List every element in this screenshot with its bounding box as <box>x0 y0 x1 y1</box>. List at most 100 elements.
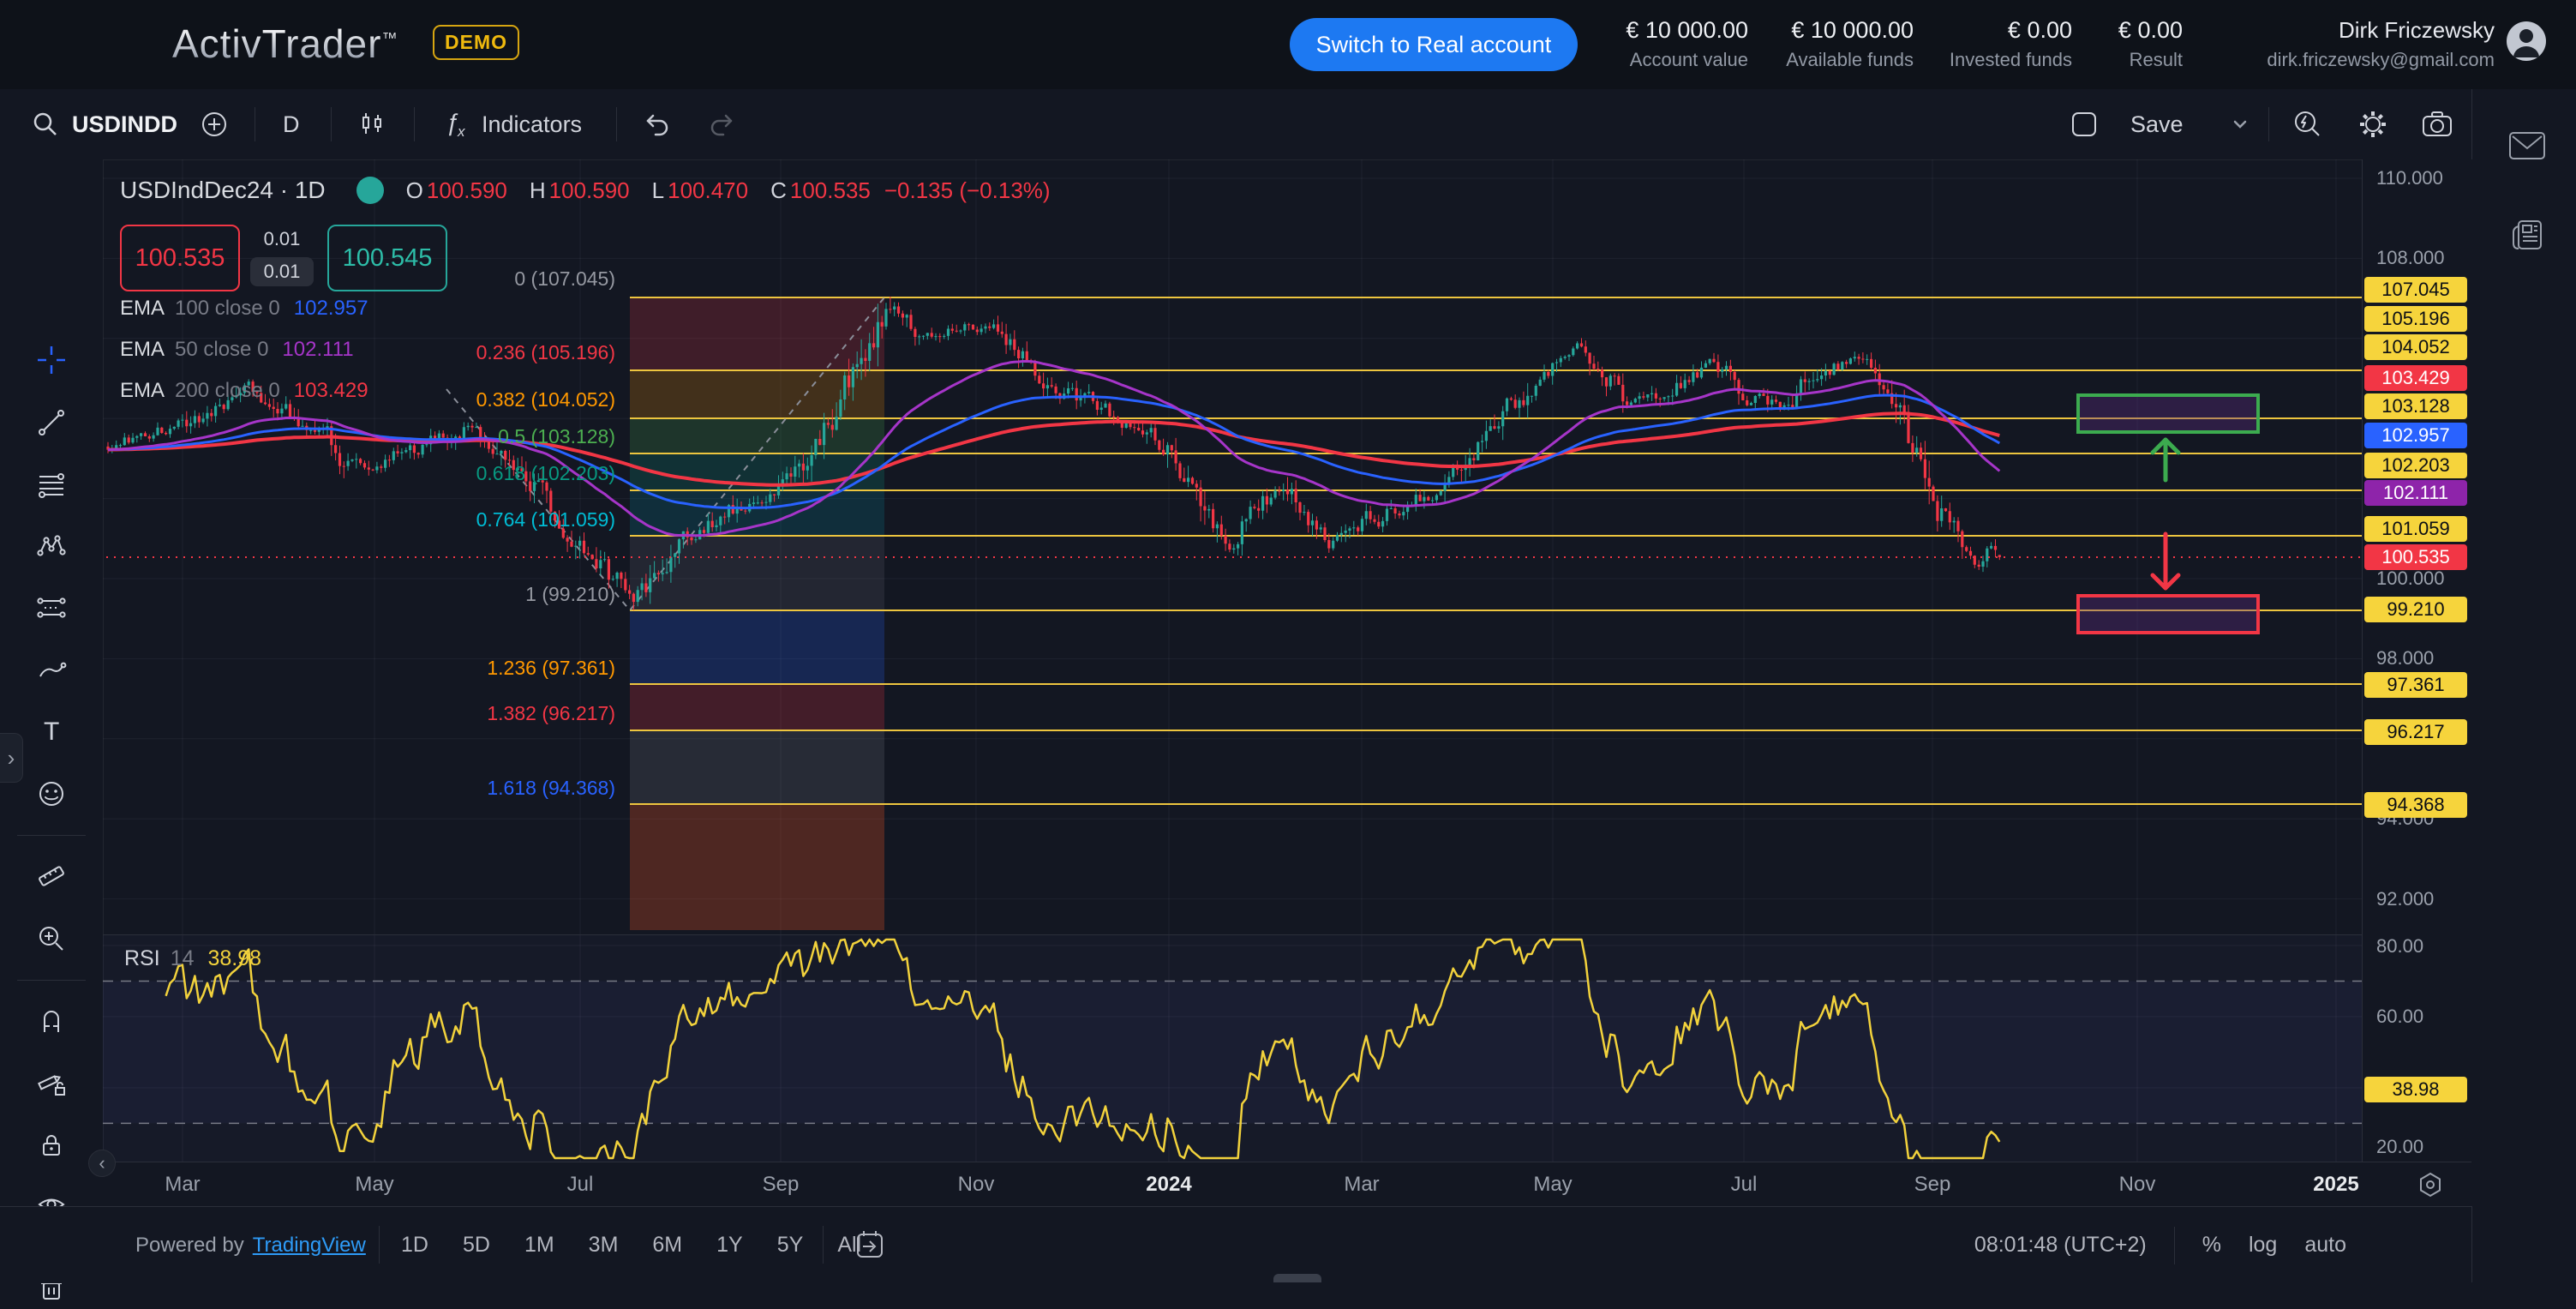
settings-button[interactable] <box>2357 89 2389 159</box>
save-button[interactable]: Save <box>2130 89 2184 159</box>
mail-button[interactable] <box>2508 130 2546 165</box>
save-menu-button[interactable] <box>2228 89 2252 159</box>
undo-button[interactable] <box>641 89 672 159</box>
sell-button[interactable]: 100.535 <box>120 225 240 291</box>
tool-zoom-in[interactable] <box>36 923 67 954</box>
sidebar-collapse-button[interactable]: ‹ <box>88 1150 116 1177</box>
powered-by: Powered by TradingView <box>135 1207 366 1283</box>
price-badge: 96.217 <box>2364 719 2467 745</box>
news-button[interactable] <box>2508 216 2546 258</box>
avatar[interactable] <box>2507 21 2546 61</box>
tool-measure[interactable] <box>36 861 67 892</box>
time-axis[interactable]: MarMayJulSepNov2024MarMayJulSepNov2025 <box>103 1162 2471 1207</box>
interval-button[interactable]: D <box>283 89 300 159</box>
price-badge: 105.196 <box>2364 306 2467 332</box>
stat-label: Result <box>2118 49 2183 71</box>
candlestick-icon <box>357 110 386 139</box>
redo-button[interactable] <box>707 89 738 159</box>
stat-value: € 10 000.00 <box>1786 17 1914 44</box>
timezone-clock-icon[interactable] <box>2417 1171 2444 1198</box>
symbol-search[interactable]: USDINDD <box>31 89 177 159</box>
price-badge: 104.052 <box>2364 334 2467 360</box>
tool-text[interactable]: T <box>36 716 67 747</box>
demand-zone-box[interactable] <box>2078 596 2258 633</box>
tool-lock-all[interactable] <box>36 1130 67 1161</box>
bottom-drawer-handle[interactable] <box>1273 1274 1321 1282</box>
watchlist-expand-handle[interactable]: › <box>0 733 23 783</box>
range-button-5y[interactable]: 5Y <box>777 1233 804 1258</box>
rsi-band-fill <box>103 981 2362 1123</box>
chart-legend: USDIndDec24 · 1D O100.590 H100.590 L100.… <box>120 177 1051 204</box>
ema-50-line[interactable] <box>108 362 1999 536</box>
price-badge: 100.535 <box>2364 544 2467 570</box>
symbol-field[interactable]: USDINDD <box>72 111 177 138</box>
time-label: Sep <box>763 1173 800 1197</box>
footer-separator <box>2174 1227 2175 1264</box>
auto-scale-button[interactable]: auto <box>2304 1233 2346 1258</box>
time-label: May <box>1533 1173 1572 1197</box>
undo-icon <box>641 109 672 140</box>
gear-icon <box>2357 108 2389 141</box>
spread-value: 0.01 <box>246 228 318 250</box>
fib-band <box>630 418 884 453</box>
ohlc-close-key: C <box>770 177 787 204</box>
svg-text:x: x <box>457 123 465 140</box>
tool-emoji[interactable] <box>36 778 67 809</box>
plus-circle-icon <box>199 109 230 140</box>
snapshot-button[interactable] <box>2420 89 2454 159</box>
fib-retracement-icon <box>36 470 67 501</box>
layout-square-icon <box>2069 109 2100 140</box>
tool-fib-retracement[interactable] <box>36 470 67 501</box>
layout-button[interactable] <box>2069 89 2100 159</box>
indicators-label: Indicators <box>482 111 582 138</box>
range-button-1d[interactable]: 1D <box>401 1233 428 1258</box>
price-badge: 107.045 <box>2364 277 2467 303</box>
demo-badge: DEMO <box>433 25 519 60</box>
chart-toolbar: USDINDD D ƒ x Indicators <box>0 89 2471 160</box>
tool-trend-line[interactable] <box>36 407 67 438</box>
tool-xabcd-pattern[interactable] <box>36 531 67 561</box>
range-button-5d[interactable]: 5D <box>463 1233 490 1258</box>
range-button-1m[interactable]: 1M <box>524 1233 554 1258</box>
footer-separator <box>823 1226 824 1264</box>
log-scale-button[interactable]: log <box>2249 1233 2277 1258</box>
buy-button[interactable]: 100.545 <box>327 225 447 291</box>
tradingview-link[interactable]: TradingView <box>253 1234 366 1258</box>
axis-tick: 60.00 <box>2376 1006 2423 1028</box>
indicators-button[interactable]: ƒ x Indicators <box>439 89 582 159</box>
fib-band <box>630 804 884 930</box>
crosshair-icon <box>36 345 67 375</box>
user-profile[interactable]: Dirk Friczewsky dirk.friczewsky@gmail.co… <box>2267 17 2495 71</box>
fib-label: 1.236 (97.361) <box>487 657 615 680</box>
ohlc-high-key: H <box>530 177 546 204</box>
trend-line-icon <box>36 407 67 438</box>
chart-canvas[interactable] <box>103 159 2362 1162</box>
tool-drawing-lock[interactable] <box>36 1067 67 1098</box>
indicator-legend-ema200: EMA 200 close 0 103.429 <box>120 379 368 403</box>
tool-magnet[interactable] <box>36 1006 67 1036</box>
percent-scale-button[interactable]: % <box>2202 1233 2221 1258</box>
session-clock[interactable]: 08:01:48 (UTC+2) <box>1974 1233 2147 1258</box>
axis-tick: 20.00 <box>2376 1136 2423 1158</box>
range-button-3m[interactable]: 3M <box>589 1233 619 1258</box>
switch-to-real-account-button[interactable]: Switch to Real account <box>1290 18 1578 71</box>
quick-search-button[interactable] <box>2291 89 2324 159</box>
range-button-6m[interactable]: 6M <box>652 1233 682 1258</box>
supply-zone-box[interactable] <box>2078 395 2258 432</box>
magnet-icon <box>36 1006 67 1036</box>
range-button-1y[interactable]: 1Y <box>716 1233 743 1258</box>
compare-add-button[interactable] <box>199 89 230 159</box>
price-axis[interactable]: 110.000108.000100.00098.00096.00094.0009… <box>2362 159 2472 1206</box>
tool-crosshair[interactable] <box>36 345 67 375</box>
pane-divider[interactable] <box>103 934 2471 935</box>
tool-brush[interactable] <box>36 653 67 684</box>
time-label: 2024 <box>1146 1173 1191 1197</box>
ema-200-line[interactable] <box>108 413 1999 485</box>
stat-label: Available funds <box>1786 49 1914 71</box>
search-icon <box>31 110 60 139</box>
chart-footer: Powered by TradingView 1D5D1M3M6M1Y5YAll… <box>0 1206 2471 1283</box>
chart-style-button[interactable] <box>357 89 386 159</box>
tool-forecast[interactable] <box>36 592 67 623</box>
go-to-date-button[interactable] <box>853 1228 887 1266</box>
camera-icon <box>2420 107 2454 141</box>
